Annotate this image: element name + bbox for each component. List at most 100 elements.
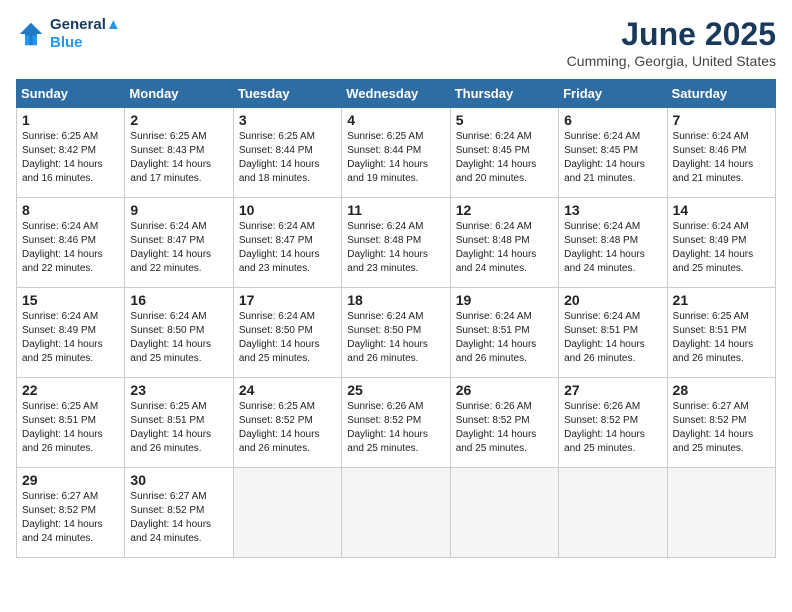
calendar-cell: 27 Sunrise: 6:26 AMSunset: 8:52 PMDayligh…	[559, 378, 667, 468]
calendar-header-row: SundayMondayTuesdayWednesdayThursdayFrid…	[17, 80, 776, 108]
calendar-cell: 29 Sunrise: 6:27 AMSunset: 8:52 PMDayligh…	[17, 468, 125, 558]
day-number: 28	[673, 382, 770, 398]
calendar-cell: 4 Sunrise: 6:25 AMSunset: 8:44 PMDaylight…	[342, 108, 450, 198]
cell-info: Sunrise: 6:24 AMSunset: 8:50 PMDaylight:…	[239, 310, 336, 366]
col-header-sunday: Sunday	[17, 80, 125, 108]
day-number: 24	[239, 382, 336, 398]
day-number: 23	[130, 382, 227, 398]
calendar-cell: 10Sunrise: 6:24 AMSunset: 8:47 PMDayligh…	[233, 198, 341, 288]
day-number: 30	[130, 472, 227, 488]
cell-info: Sunrise: 6:24 AMSunset: 8:51 PMDaylight:…	[456, 310, 553, 366]
logo: General▲ Blue	[16, 16, 121, 52]
calendar-cell: 6 Sunrise: 6:24 AMSunset: 8:45 PMDaylight…	[559, 108, 667, 198]
cell-info: Sunrise: 6:24 AMSunset: 8:46 PMDaylight:…	[673, 130, 770, 186]
day-number: 2	[130, 112, 227, 128]
cell-info: Sunrise: 6:24 AMSunset: 8:48 PMDaylight:…	[564, 220, 661, 276]
calendar-cell: 18 Sunrise: 6:24 AMSunset: 8:50 PMDayligh…	[342, 288, 450, 378]
day-number: 6	[564, 112, 661, 128]
cell-info: Sunrise: 6:24 AMSunset: 8:48 PMDaylight:…	[347, 220, 444, 276]
calendar-cell	[233, 468, 341, 558]
cell-info: Sunrise: 6:24 AMSunset: 8:45 PMDaylight:…	[564, 130, 661, 186]
calendar-cell: 15 Sunrise: 6:24 AMSunset: 8:49 PMDayligh…	[17, 288, 125, 378]
location: Cumming, Georgia, United States	[567, 53, 776, 69]
calendar-cell: 8Sunrise: 6:24 AMSunset: 8:46 PMDaylight…	[17, 198, 125, 288]
title-area: June 2025 Cumming, Georgia, United State…	[567, 16, 776, 69]
day-number: 19	[456, 292, 553, 308]
calendar-cell: 7 Sunrise: 6:24 AMSunset: 8:46 PMDaylight…	[667, 108, 775, 198]
day-number: 29	[22, 472, 119, 488]
week-row-5: 29 Sunrise: 6:27 AMSunset: 8:52 PMDayligh…	[17, 468, 776, 558]
day-number: 22	[22, 382, 119, 398]
col-header-saturday: Saturday	[667, 80, 775, 108]
cell-info: Sunrise: 6:24 AMSunset: 8:46 PMDaylight:…	[22, 220, 119, 276]
calendar-cell: 30Sunrise: 6:27 AMSunset: 8:52 PMDayligh…	[125, 468, 233, 558]
day-number: 27	[564, 382, 661, 398]
week-row-3: 15 Sunrise: 6:24 AMSunset: 8:49 PMDayligh…	[17, 288, 776, 378]
calendar-cell: 13 Sunrise: 6:24 AMSunset: 8:48 PMDayligh…	[559, 198, 667, 288]
day-number: 21	[673, 292, 770, 308]
calendar-cell: 1 Sunrise: 6:25 AMSunset: 8:42 PMDaylight…	[17, 108, 125, 198]
day-number: 13	[564, 202, 661, 218]
week-row-2: 8Sunrise: 6:24 AMSunset: 8:46 PMDaylight…	[17, 198, 776, 288]
day-number: 14	[673, 202, 770, 218]
cell-info: Sunrise: 6:24 AMSunset: 8:49 PMDaylight:…	[22, 310, 119, 366]
col-header-wednesday: Wednesday	[342, 80, 450, 108]
calendar-cell: 21 Sunrise: 6:25 AMSunset: 8:51 PMDayligh…	[667, 288, 775, 378]
cell-info: Sunrise: 6:24 AMSunset: 8:51 PMDaylight:…	[564, 310, 661, 366]
day-number: 11	[347, 202, 444, 218]
col-header-thursday: Thursday	[450, 80, 558, 108]
calendar-cell: 26 Sunrise: 6:26 AMSunset: 8:52 PMDayligh…	[450, 378, 558, 468]
cell-info: Sunrise: 6:26 AMSunset: 8:52 PMDaylight:…	[564, 400, 661, 456]
day-number: 17	[239, 292, 336, 308]
day-number: 4	[347, 112, 444, 128]
calendar-cell: 24Sunrise: 6:25 AMSunset: 8:52 PMDayligh…	[233, 378, 341, 468]
cell-info: Sunrise: 6:25 AMSunset: 8:44 PMDaylight:…	[347, 130, 444, 186]
calendar-cell	[667, 468, 775, 558]
cell-info: Sunrise: 6:25 AMSunset: 8:51 PMDaylight:…	[673, 310, 770, 366]
cell-info: Sunrise: 6:24 AMSunset: 8:48 PMDaylight:…	[456, 220, 553, 276]
calendar-cell: 9 Sunrise: 6:24 AMSunset: 8:47 PMDaylight…	[125, 198, 233, 288]
calendar-cell: 25 Sunrise: 6:26 AMSunset: 8:52 PMDayligh…	[342, 378, 450, 468]
calendar-cell: 19 Sunrise: 6:24 AMSunset: 8:51 PMDayligh…	[450, 288, 558, 378]
calendar: SundayMondayTuesdayWednesdayThursdayFrid…	[16, 79, 776, 558]
calendar-cell: 2 Sunrise: 6:25 AMSunset: 8:43 PMDaylight…	[125, 108, 233, 198]
day-number: 25	[347, 382, 444, 398]
col-header-monday: Monday	[125, 80, 233, 108]
calendar-cell: 5Sunrise: 6:24 AMSunset: 8:45 PMDaylight…	[450, 108, 558, 198]
header: General▲ Blue June 2025 Cumming, Georgia…	[16, 16, 776, 69]
day-number: 15	[22, 292, 119, 308]
day-number: 26	[456, 382, 553, 398]
col-header-tuesday: Tuesday	[233, 80, 341, 108]
cell-info: Sunrise: 6:26 AMSunset: 8:52 PMDaylight:…	[456, 400, 553, 456]
cell-info: Sunrise: 6:25 AMSunset: 8:44 PMDaylight:…	[239, 130, 336, 186]
cell-info: Sunrise: 6:25 AMSunset: 8:51 PMDaylight:…	[22, 400, 119, 456]
day-number: 20	[564, 292, 661, 308]
calendar-cell: 16Sunrise: 6:24 AMSunset: 8:50 PMDayligh…	[125, 288, 233, 378]
week-row-1: 1 Sunrise: 6:25 AMSunset: 8:42 PMDaylight…	[17, 108, 776, 198]
cell-info: Sunrise: 6:27 AMSunset: 8:52 PMDaylight:…	[22, 490, 119, 546]
cell-info: Sunrise: 6:26 AMSunset: 8:52 PMDaylight:…	[347, 400, 444, 456]
cell-info: Sunrise: 6:27 AMSunset: 8:52 PMDaylight:…	[673, 400, 770, 456]
calendar-cell	[559, 468, 667, 558]
day-number: 18	[347, 292, 444, 308]
day-number: 9	[130, 202, 227, 218]
cell-info: Sunrise: 6:24 AMSunset: 8:47 PMDaylight:…	[130, 220, 227, 276]
cell-info: Sunrise: 6:24 AMSunset: 8:49 PMDaylight:…	[673, 220, 770, 276]
cell-info: Sunrise: 6:25 AMSunset: 8:43 PMDaylight:…	[130, 130, 227, 186]
calendar-cell: 28 Sunrise: 6:27 AMSunset: 8:52 PMDayligh…	[667, 378, 775, 468]
logo-icon	[16, 19, 46, 49]
calendar-cell	[342, 468, 450, 558]
calendar-cell: 20 Sunrise: 6:24 AMSunset: 8:51 PMDayligh…	[559, 288, 667, 378]
calendar-cell: 12Sunrise: 6:24 AMSunset: 8:48 PMDayligh…	[450, 198, 558, 288]
cell-info: Sunrise: 6:25 AMSunset: 8:42 PMDaylight:…	[22, 130, 119, 186]
col-header-friday: Friday	[559, 80, 667, 108]
day-number: 7	[673, 112, 770, 128]
cell-info: Sunrise: 6:24 AMSunset: 8:50 PMDaylight:…	[347, 310, 444, 366]
day-number: 3	[239, 112, 336, 128]
day-number: 5	[456, 112, 553, 128]
calendar-cell: 14 Sunrise: 6:24 AMSunset: 8:49 PMDayligh…	[667, 198, 775, 288]
week-row-4: 22 Sunrise: 6:25 AMSunset: 8:51 PMDayligh…	[17, 378, 776, 468]
day-number: 1	[22, 112, 119, 128]
month-title: June 2025	[567, 16, 776, 53]
calendar-cell: 22 Sunrise: 6:25 AMSunset: 8:51 PMDayligh…	[17, 378, 125, 468]
